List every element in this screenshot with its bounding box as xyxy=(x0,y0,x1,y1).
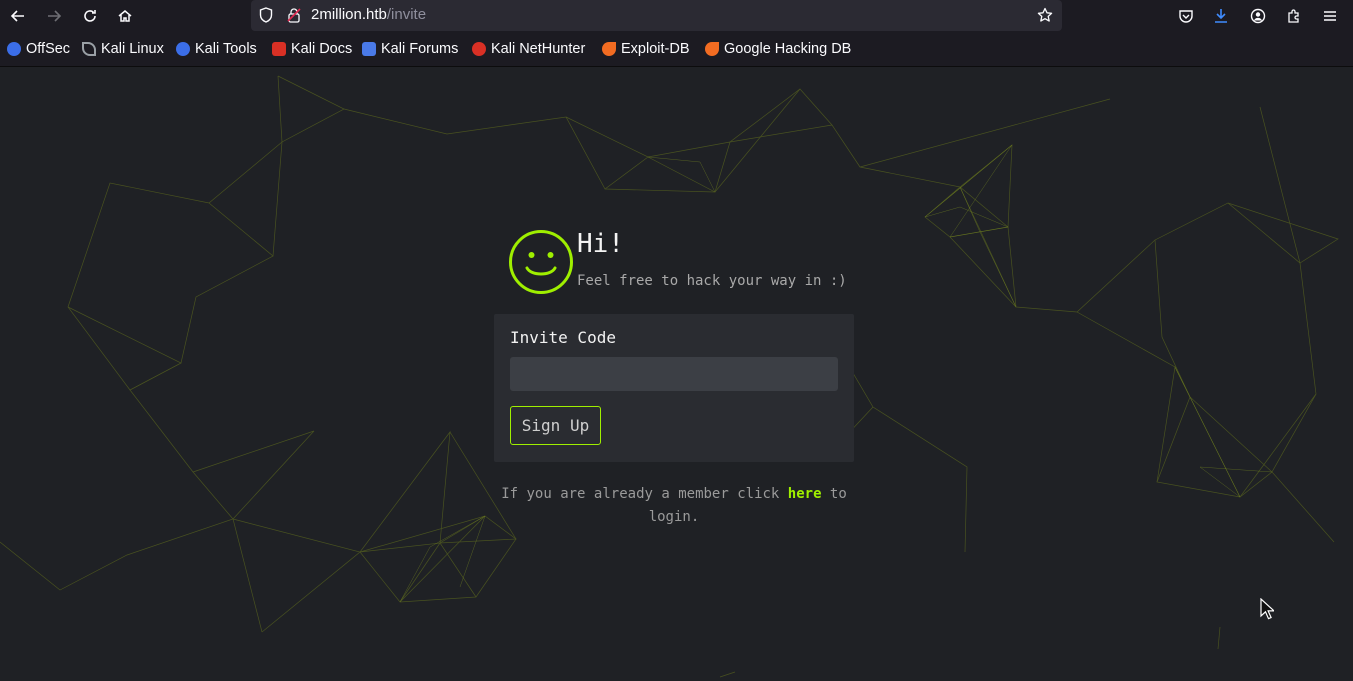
exploit-db-icon xyxy=(602,42,616,56)
kali-docs-icon xyxy=(272,42,286,56)
login-link[interactable]: here xyxy=(788,486,822,502)
invite-code-label: Invite Code xyxy=(510,328,616,347)
mouse-cursor-icon xyxy=(1260,598,1274,620)
pocket-icon[interactable] xyxy=(1175,5,1197,27)
bookmark-kali-tools[interactable]: Kali Tools xyxy=(176,41,257,57)
bookmark-kali-nethunter[interactable]: Kali NetHunter xyxy=(472,41,585,57)
kali-forums-icon xyxy=(362,42,376,56)
download-icon[interactable] xyxy=(1210,5,1232,27)
bookmark-exploit-db[interactable]: Exploit-DB xyxy=(602,41,690,57)
browser-toolbar: 2million.htb/invite xyxy=(0,0,1353,32)
greeting-subtitle: Feel free to hack your way in :) xyxy=(577,273,847,289)
url-host: 2million.htb xyxy=(311,6,387,23)
insecure-lock-icon[interactable] xyxy=(285,6,303,24)
login-prompt-text: If you are already a member click xyxy=(501,486,788,502)
url-text[interactable]: 2million.htb/invite xyxy=(311,6,426,23)
page-content: Hi! Feel free to hack your way in :) Inv… xyxy=(0,67,1353,681)
invite-form-card: Invite Code Sign Up xyxy=(494,314,854,462)
invite-code-input[interactable] xyxy=(510,357,838,391)
kali-dragon-icon xyxy=(82,42,96,56)
account-icon[interactable] xyxy=(1247,5,1269,27)
back-arrow-icon[interactable] xyxy=(5,3,31,29)
reload-icon[interactable] xyxy=(77,3,103,29)
hamburger-menu-icon[interactable] xyxy=(1319,5,1341,27)
bookmark-kali-docs[interactable]: Kali Docs xyxy=(272,41,352,57)
kali-nethunter-icon xyxy=(472,42,486,56)
ghdb-icon xyxy=(705,42,719,56)
bookmark-offsec[interactable]: OffSec xyxy=(7,41,70,57)
bookmark-kali-forums[interactable]: Kali Forums xyxy=(362,41,458,57)
bookmark-star-icon[interactable] xyxy=(1036,6,1054,24)
url-bar[interactable]: 2million.htb/invite xyxy=(251,0,1062,31)
forward-arrow-icon[interactable] xyxy=(41,3,67,29)
extensions-icon[interactable] xyxy=(1283,5,1305,27)
bookmark-kali-linux[interactable]: Kali Linux xyxy=(82,41,164,57)
tracking-protection-shield-icon[interactable] xyxy=(257,6,275,24)
bookmarks-toolbar: OffSec Kali Linux Kali Tools Kali Docs K… xyxy=(0,32,1353,67)
url-path: /invite xyxy=(386,6,427,23)
login-prompt: If you are already a member click here t… xyxy=(494,483,854,529)
smiley-icon xyxy=(509,230,573,294)
bookmark-google-hacking-db[interactable]: Google Hacking DB xyxy=(705,41,851,57)
greeting-heading: Hi! xyxy=(577,229,624,259)
kali-tools-icon xyxy=(176,42,190,56)
home-icon[interactable] xyxy=(112,3,138,29)
offsec-icon xyxy=(7,42,21,56)
sign-up-button[interactable]: Sign Up xyxy=(510,406,601,445)
